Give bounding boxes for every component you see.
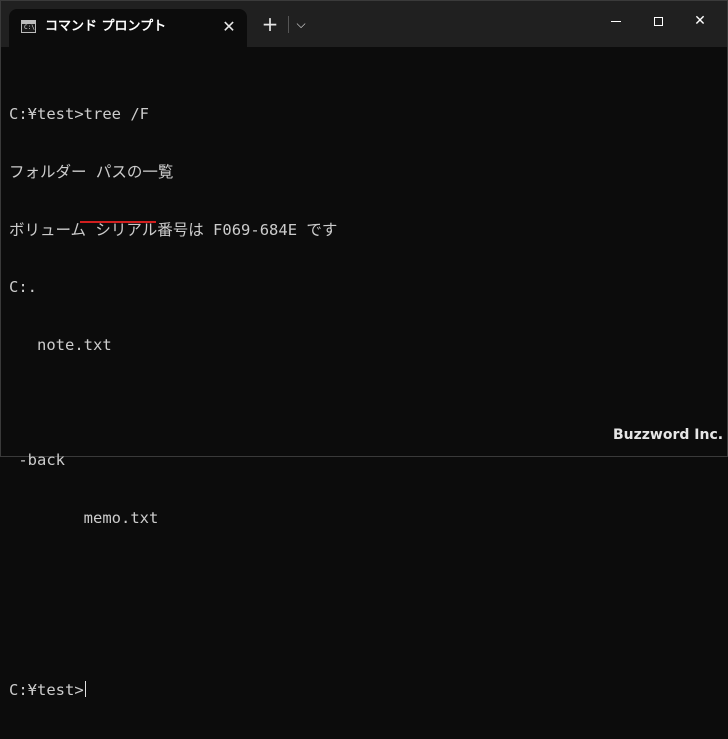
close-button[interactable]: ✕ bbox=[680, 7, 720, 35]
title-bar: C:\ コマンド プロンプト ✕ + ⌵ ✕ bbox=[1, 1, 727, 47]
console-line: C:. bbox=[9, 278, 37, 297]
command-prompt-icon: C:\ bbox=[21, 20, 36, 33]
tab-command-prompt[interactable]: C:\ コマンド プロンプト ✕ bbox=[9, 9, 247, 47]
new-tab-button[interactable]: + bbox=[259, 13, 281, 35]
console-line: C:¥test>tree /F bbox=[9, 105, 149, 124]
console-prompt-line[interactable]: C:¥test> bbox=[9, 681, 709, 700]
terminal-window: C:\ コマンド プロンプト ✕ + ⌵ ✕ C:¥test>tree /F フ… bbox=[0, 0, 728, 699]
scrollbar[interactable] bbox=[718, 47, 727, 456]
console-line: note.txt bbox=[9, 335, 112, 354]
console-line: -back bbox=[9, 450, 65, 469]
tab-divider bbox=[288, 16, 289, 33]
console-output[interactable]: C:¥test>tree /F フォルダー パスの一覧 ボリューム シリアル番号… bbox=[9, 67, 709, 739]
maximize-button[interactable] bbox=[638, 7, 678, 35]
watermark: Buzzword Inc. bbox=[613, 427, 724, 443]
text-cursor bbox=[84, 681, 86, 698]
minimize-button[interactable] bbox=[596, 7, 636, 35]
command-prompt-icon-text: C:\ bbox=[24, 24, 35, 31]
console-line: ボリューム シリアル番号は F069-684E です bbox=[9, 220, 338, 239]
maximize-icon bbox=[653, 16, 663, 26]
highlight-underline bbox=[80, 221, 156, 223]
console-prompt: C:¥test> bbox=[9, 681, 84, 700]
tab-title: コマンド プロンプト bbox=[45, 19, 167, 34]
chevron-down-icon[interactable]: ⌵ bbox=[291, 14, 311, 34]
minimize-icon bbox=[611, 20, 621, 22]
tab-close-icon[interactable]: ✕ bbox=[219, 17, 239, 37]
console-line: memo.txt bbox=[9, 508, 159, 527]
console-line: フォルダー パスの一覧 bbox=[9, 163, 174, 181]
